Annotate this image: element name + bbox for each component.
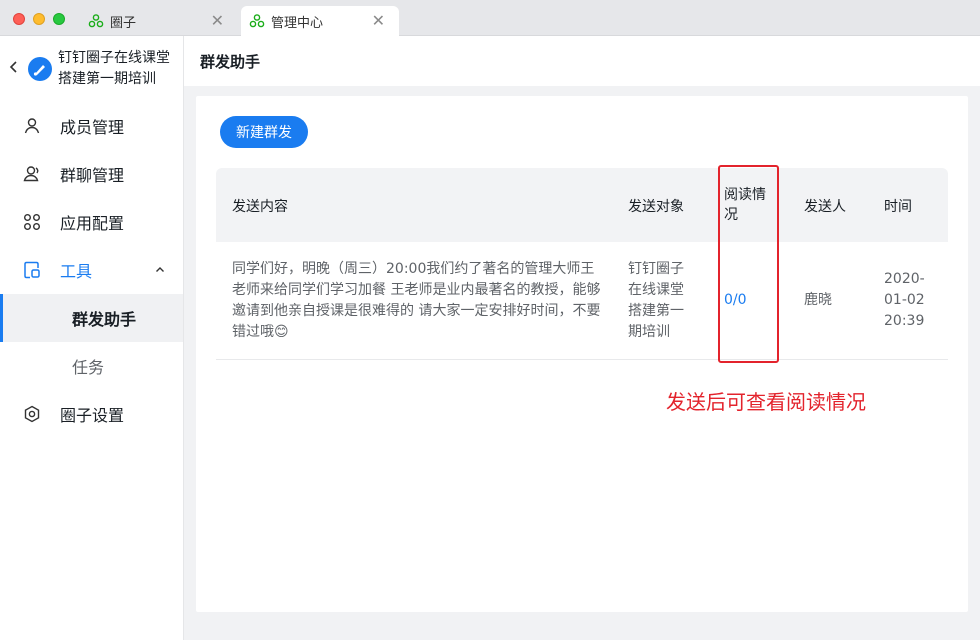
sidebar-item-tasks[interactable]: 任务 [0,342,183,390]
page-title: 群发助手 [200,53,261,71]
zoom-window-button[interactable] [53,13,65,25]
app-config-icon [24,214,40,230]
sidebar-item-members[interactable]: 成员管理 [0,102,183,150]
message-content: 同学们好，明晚（周三）20:00我们约了著名的管理大师王老师来给同学们学习加餐 … [232,261,601,340]
member-icon [24,118,40,134]
sidebar-item-label: 应用配置 [60,214,125,233]
column-header-target: 发送对象 [628,199,684,215]
annotation-text: 发送后可查看阅读情况 [666,390,866,414]
tools-icon [24,261,40,279]
close-window-button[interactable] [13,13,25,25]
sidebar-item-group-chats[interactable]: 群聊管理 [0,150,183,198]
message-time: 2020-01-02 20:39 [884,271,925,329]
title-bar: 圈子 ✕ 管理中心 ✕ [0,0,980,36]
tab-circle[interactable]: 圈子 ✕ [80,6,238,36]
new-mass-message-button[interactable]: 新建群发 [220,116,308,148]
tab-label: 管理中心 [271,15,324,31]
table-row: 同学们好，明晚（周三）20:00我们约了著名的管理大师王老师来给同学们学习加餐 … [216,242,948,360]
message-target: 钉钉圈子在线课堂搭建第一期培训 [628,261,684,340]
sidebar-item-circle-settings[interactable]: 圈子设置 [0,390,183,438]
group-chat-icon [23,166,39,182]
back-arrow-icon[interactable] [9,60,19,74]
sidebar-item-label: 成员管理 [60,118,125,137]
highlight-box [718,165,779,363]
close-tab-icon[interactable]: ✕ [211,11,224,30]
org-avatar [28,57,52,81]
circle-group-icon [249,14,265,28]
column-header-sender: 发送人 [804,199,846,215]
sidebar-item-label: 群发助手 [72,310,137,329]
page-header: 群发助手 [184,36,980,86]
brush-icon [33,65,45,76]
active-indicator [0,294,3,342]
sidebar-item-label: 群聊管理 [60,166,125,185]
settings-icon [24,405,40,423]
sidebar-item-mass-message[interactable]: 群发助手 [0,294,183,342]
column-header-time: 时间 [884,199,912,215]
sidebar-item-label: 任务 [72,358,105,377]
chevron-up-icon[interactable] [155,266,165,273]
circle-group-icon [88,14,104,28]
table-header: 发送内容 发送对象 阅读情况 发送人 时间 [216,168,948,242]
sidebar-item-label: 工具 [60,262,93,281]
tab-label: 圈子 [110,15,137,31]
sidebar: 钉钉圈子在线课堂搭建第一期培训 成员管理 群聊管理 应用配置 工具 群发助手 任… [0,36,184,640]
message-sender: 鹿晓 [804,292,832,308]
column-header-content: 发送内容 [232,199,288,215]
tab-management-center[interactable]: 管理中心 ✕ [241,6,399,36]
sidebar-item-tools[interactable]: 工具 [0,246,183,294]
org-name: 钉钉圈子在线课堂搭建第一期培训 [58,50,170,87]
sidebar-item-app-config[interactable]: 应用配置 [0,198,183,246]
sidebar-item-label: 圈子设置 [60,406,125,425]
close-tab-icon[interactable]: ✕ [372,11,385,30]
minimize-window-button[interactable] [33,13,45,25]
